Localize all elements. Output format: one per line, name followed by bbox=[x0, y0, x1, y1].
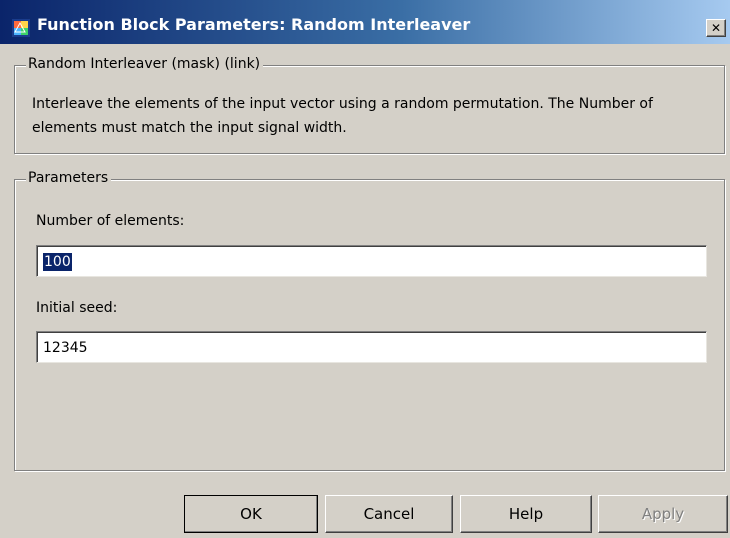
mask-group-legend: Random Interleaver (mask) (link) bbox=[26, 56, 264, 72]
help-button[interactable]: Help bbox=[460, 495, 592, 533]
number-of-elements-label: Number of elements: bbox=[36, 213, 185, 229]
close-button[interactable]: ✕ bbox=[706, 19, 726, 37]
simulink-block-icon bbox=[12, 19, 30, 37]
apply-button[interactable]: Apply bbox=[598, 495, 728, 533]
dialog-window: Function Block Parameters: Random Interl… bbox=[0, 0, 730, 538]
ok-button[interactable]: OK bbox=[184, 495, 318, 533]
initial-seed-value: 12345 bbox=[43, 340, 88, 356]
cancel-button[interactable]: Cancel bbox=[325, 495, 453, 533]
close-icon: ✕ bbox=[710, 21, 722, 35]
mask-description-text: Interleave the elements of the input vec… bbox=[32, 96, 653, 136]
window-title: Function Block Parameters: Random Interl… bbox=[37, 15, 471, 34]
number-of-elements-input[interactable]: 100 bbox=[36, 245, 707, 277]
number-of-elements-value: 100 bbox=[43, 253, 72, 271]
initial-seed-label: Initial seed: bbox=[36, 300, 118, 316]
title-bar[interactable]: Function Block Parameters: Random Interl… bbox=[0, 0, 730, 44]
initial-seed-input[interactable]: 12345 bbox=[36, 331, 707, 363]
parameters-group-legend: Parameters bbox=[26, 170, 112, 186]
